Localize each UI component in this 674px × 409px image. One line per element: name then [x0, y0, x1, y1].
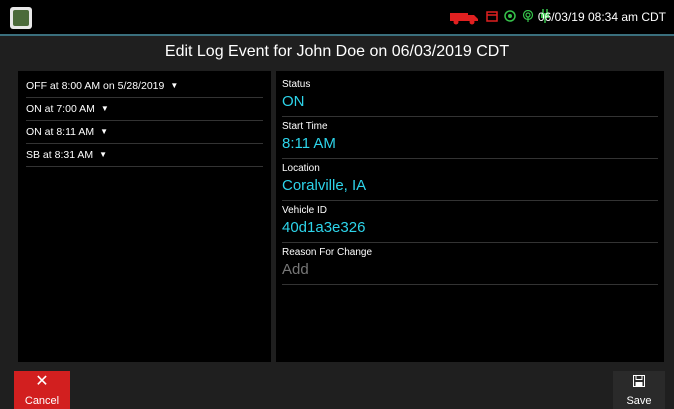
save-icon	[633, 375, 645, 387]
event-item[interactable]: ON at 8:11 AM ▼	[26, 121, 263, 144]
event-label: ON at 7:00 AM	[26, 103, 95, 115]
page-title: Edit Log Event for John Doe on 06/03/201…	[0, 36, 674, 68]
start-time-field[interactable]: Start Time 8:11 AM	[282, 117, 658, 159]
event-list: OFF at 8:00 AM on 5/28/2019 ▼ ON at 7:00 …	[18, 71, 271, 362]
status-icons	[450, 8, 550, 27]
caret-down-icon: ▼	[99, 150, 108, 159]
app-logo-icon[interactable]	[10, 7, 32, 29]
caret-down-icon: ▼	[170, 81, 179, 90]
location-value: Coralville, IA	[282, 177, 367, 194]
cancel-button[interactable]: ✕ Cancel	[14, 371, 70, 409]
event-item[interactable]: SB at 8:31 AM ▼	[26, 144, 263, 167]
event-label: SB at 8:31 AM	[26, 149, 94, 161]
event-item[interactable]: ON at 7:00 AM ▼	[26, 98, 263, 121]
start-time-value: 8:11 AM	[282, 135, 336, 152]
gps-icon	[504, 9, 516, 27]
save-button[interactable]: Save	[613, 371, 665, 409]
caret-down-icon: ▼	[100, 104, 109, 113]
truck-icon	[450, 11, 480, 25]
event-details: Status ON Start Time 8:11 AM Location Co…	[276, 71, 664, 362]
vehicle-id-field[interactable]: Vehicle ID 40d1a3e326	[282, 201, 658, 243]
status-field[interactable]: Status ON	[282, 75, 658, 117]
event-item[interactable]: OFF at 8:00 AM on 5/28/2019 ▼	[26, 75, 263, 98]
reason-input[interactable]: Add	[282, 260, 658, 280]
save-label: Save	[626, 395, 652, 407]
start-time-label: Start Time	[282, 121, 328, 132]
vehicle-id-label: Vehicle ID	[282, 205, 328, 216]
bottom-bar	[0, 366, 674, 409]
reason-label: Reason For Change	[282, 247, 373, 258]
event-label: ON at 8:11 AM	[26, 126, 95, 138]
calendar-icon	[486, 9, 498, 27]
status-value: ON	[282, 93, 305, 110]
wireless-icon	[522, 9, 534, 27]
status-bar: 06/03/19 08:34 am CDT	[0, 0, 674, 36]
status-label: Status	[282, 79, 311, 90]
close-icon: ✕	[35, 373, 49, 390]
status-datetime: 06/03/19 08:34 am CDT	[537, 10, 666, 24]
cancel-label: Cancel	[24, 395, 60, 407]
location-field[interactable]: Location Coralville, IA	[282, 159, 658, 201]
reason-field[interactable]: Reason For Change Add	[282, 243, 658, 285]
vehicle-id-value: 40d1a3e326	[282, 219, 366, 236]
caret-down-icon: ▼	[100, 127, 109, 136]
location-label: Location	[282, 163, 320, 174]
event-label: OFF at 8:00 AM on 5/28/2019	[26, 80, 165, 92]
